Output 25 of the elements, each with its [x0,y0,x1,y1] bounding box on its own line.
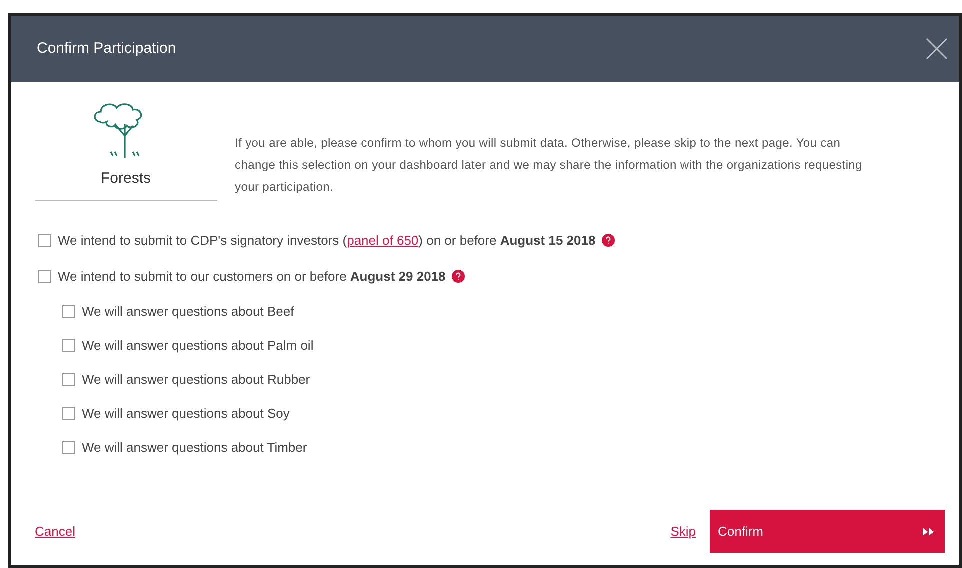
checkbox[interactable] [38,270,51,283]
option-label: We will answer questions about Rubber [82,370,310,389]
dialog-title: Confirm Participation [37,38,176,59]
checkbox[interactable] [62,339,75,352]
cancel-link[interactable]: Cancel [35,522,76,542]
option-label: We will answer questions about Beef [82,302,294,321]
double-arrow-icon [923,528,935,536]
checkbox[interactable] [62,305,75,318]
skip-link[interactable]: Skip [670,522,696,542]
intro-text: If you are able, please confirm to whom you will submit data. Otherwise, please skip to the next page. You can change this selection on your dashboard later and we may share the information with the organizations requesting your participation. [235,135,864,196]
option-label: We intend to submit to our customers on or before August 29 2018 [58,268,446,286]
close-icon[interactable] [925,37,949,61]
help-icon[interactable] [602,234,615,247]
panel-link[interactable]: panel of 650 [347,232,419,248]
option-label: We intend to submit to CDP's signatory investors (panel of 650) on or before August 15 2018 [58,232,596,250]
checkbox[interactable] [38,234,51,247]
topic-label: Forests [100,169,151,189]
confirm-button[interactable]: Confirm [710,510,945,553]
help-icon[interactable] [452,270,465,283]
option-label: We will answer questions about Palm oil [82,336,314,355]
checkbox[interactable] [62,407,75,420]
checkbox[interactable] [62,373,75,386]
option-label: We will answer questions about Soy [82,404,290,423]
checkbox[interactable] [62,441,75,454]
option-label: We will answer questions about Timber [82,438,308,457]
